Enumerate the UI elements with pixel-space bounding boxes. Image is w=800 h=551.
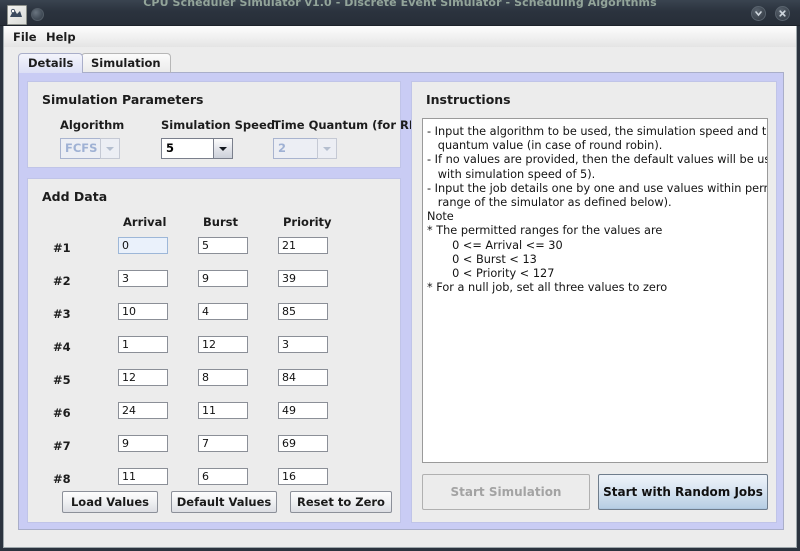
instructions-line: * For a null job, set all three values t… [427,281,668,295]
default-values-button[interactable]: Default Values [171,491,277,513]
time-quantum-label: Time Quantum (for RR) [273,118,423,132]
simulation-parameters-panel: Simulation Parameters Algorithm Simulati… [27,81,423,168]
close-icon [779,10,786,17]
chevron-down-icon [100,138,120,159]
algorithm-combobox-value: FCFS [60,138,100,159]
simulation-speed-label: Simulation Speed [161,118,275,132]
row-label-3: #3 [53,307,71,321]
chevron-down-icon [317,138,337,159]
reset-to-zero-button[interactable]: Reset to Zero [290,491,392,513]
burst-input-5[interactable]: 8 [198,369,248,386]
arrival-input-3[interactable]: 10 [118,303,168,320]
instructions-line: 0 < Priority < 127 [427,267,555,281]
chevron-down-icon [755,11,762,17]
row-label-7: #7 [53,439,71,453]
application-window: CPU Scheduler Simulator v1.0 - Discrete … [0,0,800,551]
instructions-title: Instructions [426,92,511,107]
content-area: Details Simulation Simulation Parameters… [3,47,797,548]
arrival-input-7[interactable]: 9 [118,435,168,452]
minimize-button[interactable] [751,6,766,21]
tab-simulation[interactable]: Simulation [81,53,171,73]
time-quantum-combobox[interactable]: 2 [273,138,337,159]
menu-item-help[interactable]: Help [42,29,80,45]
priority-input-1[interactable]: 21 [278,237,328,254]
row-label-6: #6 [53,406,71,420]
arrival-input-6[interactable]: 24 [118,402,168,419]
arrival-input-8[interactable]: 11 [118,468,168,485]
instructions-line: range of the simulator as defined below)… [427,196,672,210]
priority-input-2[interactable]: 39 [278,270,328,287]
instructions-line: quantum value (in case of round robin). [427,139,663,153]
arrival-input-5[interactable]: 12 [118,369,168,386]
load-values-button[interactable]: Load Values [62,491,158,513]
priority-input-3[interactable]: 85 [278,303,328,320]
instructions-line: 0 <= Arrival <= 30 [427,238,563,252]
arrival-input-1[interactable]: 0 [118,237,168,254]
start-with-random-jobs-button[interactable]: Start with Random Jobs [598,474,768,510]
details-tab-panel: Simulation Parameters Algorithm Simulati… [18,72,784,530]
title-bar: CPU Scheduler Simulator v1.0 - Discrete … [0,0,800,26]
instructions-text-area[interactable]: - Input the algorithm to be used, the si… [422,118,768,463]
window-title: CPU Scheduler Simulator v1.0 - Discrete … [143,0,657,9]
start-simulation-button[interactable]: Start Simulation [422,474,590,510]
column-header-priority: Priority [283,215,332,229]
add-data-panel: Add Data Arrival Burst Priority #1 0 5 2… [27,178,401,523]
priority-input-6[interactable]: 49 [278,402,328,419]
priority-input-8[interactable]: 16 [278,468,328,485]
instructions-line: with simulation speed of 5). [427,167,596,181]
time-quantum-combobox-value: 2 [273,138,317,159]
arrival-input-4[interactable]: 1 [118,336,168,353]
burst-input-8[interactable]: 6 [198,468,248,485]
instructions-line: 0 < Burst < 13 [427,252,537,266]
simulation-parameters-title: Simulation Parameters [42,92,204,107]
row-label-5: #5 [53,373,71,387]
close-button[interactable] [775,6,790,21]
instructions-line: Note [427,210,454,224]
instructions-line: - Input the algorithm to be used, the si… [427,125,767,138]
burst-input-7[interactable]: 7 [198,435,248,452]
menu-bar: File Help [3,26,797,47]
window-menu-icon[interactable] [31,8,44,21]
priority-input-5[interactable]: 84 [278,369,328,386]
burst-input-1[interactable]: 5 [198,237,248,254]
column-header-arrival: Arrival [123,215,167,229]
instructions-line: - Input the job details one by one and u… [427,181,768,195]
priority-input-7[interactable]: 69 [278,435,328,452]
algorithm-label: Algorithm [60,118,125,132]
add-data-title: Add Data [42,189,108,204]
column-header-burst: Burst [203,215,238,229]
burst-input-6[interactable]: 11 [198,402,248,419]
row-label-2: #2 [53,274,71,288]
simulation-speed-combobox-value: 5 [161,138,213,159]
instructions-line: * The permitted ranges for the values ar… [427,224,663,238]
arrival-input-2[interactable]: 3 [118,270,168,287]
burst-input-4[interactable]: 12 [198,336,248,353]
row-label-8: #8 [53,472,71,486]
instructions-panel: Instructions - Input the algorithm to be… [411,81,777,523]
algorithm-combobox[interactable]: FCFS [60,138,120,159]
priority-input-4[interactable]: 3 [278,336,328,353]
row-label-1: #1 [53,241,71,255]
burst-input-3[interactable]: 4 [198,303,248,320]
row-label-4: #4 [53,340,71,354]
chevron-down-icon [213,138,233,159]
simulation-speed-combobox[interactable]: 5 [161,138,233,159]
tab-details[interactable]: Details [18,53,84,73]
burst-input-2[interactable]: 9 [198,270,248,287]
menu-item-file[interactable]: File [9,29,41,45]
instructions-line: - If no values are provided, then the de… [427,153,767,167]
